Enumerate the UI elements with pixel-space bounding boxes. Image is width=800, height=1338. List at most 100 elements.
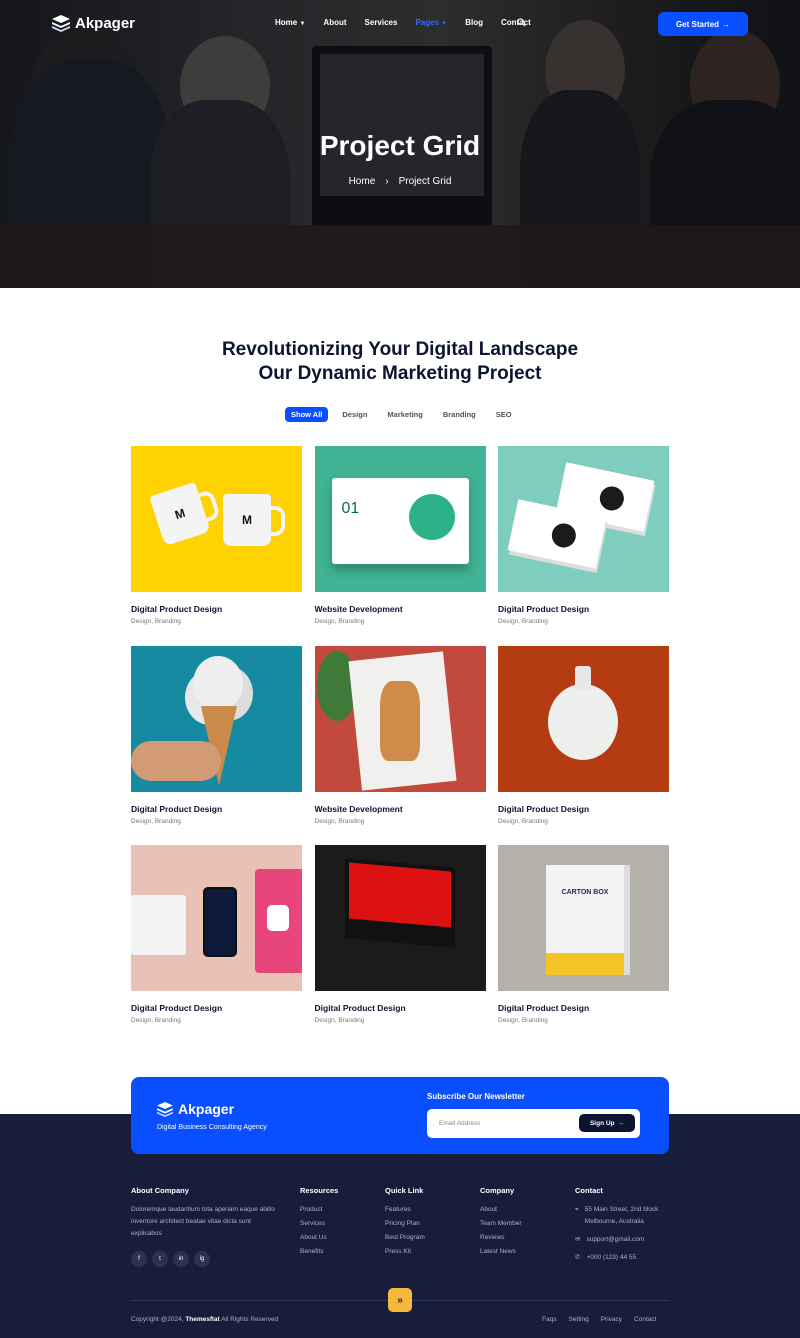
footer-logo[interactable]: Akpager: [157, 1101, 234, 1117]
footer-links-quick: Features Pricing Plan Best Program Press…: [385, 1206, 425, 1255]
mug-shape: M: [223, 494, 285, 546]
footer-link[interactable]: Press Kit: [385, 1248, 425, 1255]
newsletter-form: Email Address Sign Up →: [427, 1109, 640, 1138]
newsletter-banner: Akpager Digital Business Consulting Agen…: [131, 1077, 669, 1154]
bottom-link-contact[interactable]: Contact: [634, 1316, 656, 1323]
project-card[interactable]: Website Development Design, Branding: [314, 645, 486, 846]
copyright-text: Copyright @2024,: [131, 1316, 184, 1323]
instagram-icon[interactable]: ig: [194, 1251, 210, 1267]
button-label: Get Started: [675, 19, 720, 29]
bottom-link-faqs[interactable]: Faqs: [542, 1316, 556, 1323]
project-image-giraffe[interactable]: [314, 645, 486, 792]
project-title[interactable]: Digital Product Design: [315, 1003, 486, 1013]
project-card[interactable]: Digital Product Design Design, Branding: [131, 845, 302, 1045]
project-title[interactable]: Digital Product Design: [498, 604, 669, 614]
footer-link[interactable]: Pricing Plan: [385, 1220, 425, 1227]
footer-heading-contact: Contact: [575, 1186, 603, 1195]
mug-shape: M: [149, 481, 211, 547]
nav-item-home[interactable]: Home ▼: [275, 18, 305, 27]
project-title[interactable]: Digital Product Design: [131, 604, 302, 614]
breadcrumb-home[interactable]: Home: [349, 176, 376, 187]
footer-link[interactable]: Product: [300, 1206, 327, 1213]
sign-up-button[interactable]: Sign Up →: [579, 1114, 635, 1132]
filter-branding[interactable]: Branding: [437, 407, 482, 422]
social-links: f t in ig: [131, 1251, 210, 1267]
footer-link[interactable]: Best Program: [385, 1234, 425, 1241]
project-card[interactable]: 01 Website Development Design, Branding: [314, 446, 486, 646]
footer-about-text: Doloremque laudantium tota aperiam eaque…: [131, 1206, 275, 1237]
filter-marketing[interactable]: Marketing: [381, 407, 428, 422]
mockup-circle: [408, 494, 455, 540]
project-image-website[interactable]: 01: [314, 446, 486, 592]
mug-logo: M: [242, 513, 252, 527]
get-started-button[interactable]: Get Started →: [658, 12, 748, 36]
nav-item-blog[interactable]: Blog: [465, 18, 483, 27]
footer-link[interactable]: Features: [385, 1206, 425, 1213]
project-card[interactable]: Digital Product Design Design, Branding: [498, 446, 669, 646]
project-title[interactable]: Digital Product Design: [498, 1003, 669, 1013]
project-image-carton-box[interactable]: CARTON BOX: [498, 845, 669, 991]
project-card[interactable]: CARTON BOX Digital Product Design Design…: [498, 845, 669, 1045]
project-card[interactable]: Digital Product Design Design, Branding: [498, 645, 669, 846]
bottom-link-setting[interactable]: Setting: [568, 1316, 588, 1323]
project-card[interactable]: M M Digital Product Design Design, Brand…: [131, 446, 302, 646]
footer-contact: ⌖ 55 Main Street, 2nd block Melbourne, Au…: [575, 1204, 675, 1270]
filter-design[interactable]: Design: [336, 407, 373, 422]
project-image-cloud-cone[interactable]: [131, 645, 302, 792]
nav-item-about[interactable]: About: [323, 18, 346, 27]
filter-show-all[interactable]: Show All: [285, 407, 329, 422]
project-grid: M M Digital Product Design Design, Brand…: [131, 446, 669, 1045]
nav-item-services[interactable]: Services: [365, 18, 398, 27]
laptop-shape: [344, 858, 455, 948]
footer-link[interactable]: Latest News: [480, 1248, 522, 1255]
filter-seo[interactable]: SEO: [490, 407, 518, 422]
footer-link[interactable]: About: [480, 1206, 522, 1213]
nav-item-contact[interactable]: Contact: [501, 18, 531, 27]
footer-link[interactable]: Services: [300, 1220, 327, 1227]
footer-link[interactable]: Team Member: [480, 1220, 522, 1227]
project-title[interactable]: Digital Product Design: [131, 1003, 302, 1013]
nav-item-pages[interactable]: Pages ▼: [415, 18, 447, 27]
project-category: Design, Branding: [314, 1017, 365, 1024]
linkedin-icon[interactable]: in: [173, 1251, 189, 1267]
project-card[interactable]: Digital Product Design Design, Branding: [131, 645, 302, 846]
project-category: Design, Branding: [131, 817, 181, 825]
phone-icon: ✆: [575, 1254, 581, 1261]
mail-icon: ✉: [575, 1236, 581, 1243]
project-card[interactable]: Digital Product Design Design, Branding: [314, 845, 486, 1045]
logo-text: Akpager: [75, 15, 136, 32]
footer-link[interactable]: About Us: [300, 1234, 327, 1241]
breadcrumb-current: Project Grid: [398, 176, 452, 187]
site-logo[interactable]: Akpager: [52, 15, 135, 32]
newsletter-tagline: Digital Business Consulting Agency: [157, 1124, 267, 1131]
arrow-right-icon: →: [617, 1119, 625, 1127]
project-image-business-cards[interactable]: [498, 446, 669, 592]
bottom-link-privacy[interactable]: Privacy: [601, 1316, 622, 1323]
footer-link[interactable]: Benefits: [300, 1248, 327, 1255]
footer-heading-about: About Company: [131, 1186, 189, 1195]
search-icon[interactable]: [517, 18, 526, 27]
contact-email[interactable]: support@gmail.com: [586, 1234, 644, 1246]
twitter-icon[interactable]: t: [152, 1251, 168, 1267]
project-title[interactable]: Digital Product Design: [131, 804, 302, 814]
project-image-desk[interactable]: [131, 845, 302, 991]
project-image-laptop[interactable]: [314, 845, 486, 991]
footer-bottom-links: Faqs Setting Privacy Contact: [542, 1316, 656, 1323]
copyright-brand[interactable]: Themesflat: [185, 1316, 219, 1323]
contact-phone[interactable]: +000 (123) 44 55: [586, 1252, 636, 1264]
project-category: Design, Branding: [498, 1017, 548, 1024]
email-input[interactable]: Email Address: [439, 1120, 481, 1127]
section-title-line: Revolutionizing Your Digital Landscape: [221, 339, 579, 360]
copyright: Copyright @2024, Themesflat All Rights R…: [131, 1316, 278, 1323]
footer-link[interactable]: Reviews: [480, 1234, 522, 1241]
scroll-to-top-button[interactable]: »: [388, 1288, 412, 1312]
facebook-icon[interactable]: f: [131, 1251, 147, 1267]
project-image-mugs[interactable]: M M: [131, 446, 302, 592]
project-title[interactable]: Website Development: [315, 804, 486, 814]
project-title[interactable]: Website Development: [315, 604, 486, 614]
section-title: Revolutionizing Your Digital Landscape O…: [0, 338, 800, 386]
project-filters: Show All Design Marketing Branding SEO: [285, 407, 518, 422]
mug-logo: M: [173, 505, 187, 523]
project-title[interactable]: Digital Product Design: [498, 804, 669, 814]
project-image-vase[interactable]: [498, 645, 669, 792]
